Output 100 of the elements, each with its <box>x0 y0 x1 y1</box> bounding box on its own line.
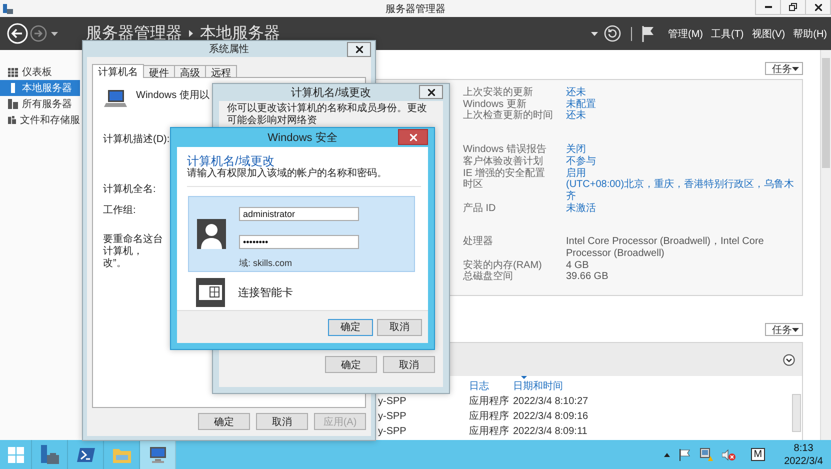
refresh-icon[interactable] <box>604 25 621 42</box>
tab[interactable]: 远程 <box>205 65 237 78</box>
smartcard-option[interactable]: 连接智能卡 <box>188 276 415 309</box>
clock-date: 2022/3/4 <box>784 454 823 468</box>
column-header[interactable]: 日志 <box>469 376 513 393</box>
caret-icon <box>792 66 799 70</box>
menu-item[interactable]: 帮助(H) <box>793 26 827 40</box>
property-label: 上次检查更新的时间 <box>463 110 554 122</box>
column-header[interactable]: 日期和时间 <box>513 376 802 393</box>
field-label: 工作组: <box>103 205 136 217</box>
property-link[interactable]: 关闭 <box>566 144 802 156</box>
dialog-button[interactable]: 确定 <box>198 413 250 430</box>
table-cell-text: 应用程序 <box>469 410 510 424</box>
table-cell-text: 2022/3/4 8:09:11 <box>513 425 588 439</box>
sidebar-item[interactable]: 仪表板 <box>0 64 80 80</box>
monitor-icon <box>148 446 168 464</box>
close-icon <box>410 134 416 140</box>
menu-item[interactable]: 视图(V) <box>752 26 786 40</box>
property-link[interactable]: 还未 <box>566 110 802 122</box>
menu-item[interactable]: 管理(M) <box>668 26 703 40</box>
tasks-dropdown[interactable]: 任务 <box>765 323 803 336</box>
sidebar-label: 所有服务器 <box>22 98 72 111</box>
network-icon[interactable] <box>700 448 713 461</box>
window-title: 服务器管理器 <box>386 2 446 16</box>
back-icon[interactable] <box>7 23 28 44</box>
property-link[interactable]: 启用 <box>566 168 802 180</box>
taskbar-button[interactable] <box>140 440 176 469</box>
dialog-button[interactable]: 取消 <box>377 318 422 336</box>
sidebar-label: 本地服务器 <box>22 82 72 95</box>
property-value: 39.66 GB <box>566 271 610 284</box>
dialog-button[interactable]: 确定 <box>328 318 373 336</box>
property-label: Windows 错误报告 <box>463 144 548 156</box>
close-button[interactable] <box>419 85 443 99</box>
restore-icon <box>789 3 797 11</box>
clock[interactable]: 8:13 2022/3/4 <box>784 442 823 468</box>
flag-icon[interactable] <box>642 26 654 42</box>
property-label: 上次安装的更新 <box>463 87 534 98</box>
property-label: Windows 更新 <box>463 98 528 110</box>
restore-button[interactable] <box>780 0 806 15</box>
tasks-dropdown[interactable]: 任务 <box>765 62 803 75</box>
page-scrollbar[interactable] <box>820 50 831 440</box>
caret-icon <box>51 32 58 36</box>
username-field[interactable]: administrator <box>239 207 359 221</box>
dialog-button[interactable]: 确定 <box>325 356 377 373</box>
table-cell-text: 2022/3/4 8:09:16 <box>513 410 590 424</box>
expand-icon[interactable] <box>783 354 795 366</box>
close-button[interactable] <box>398 129 428 145</box>
servers-icon <box>8 99 18 109</box>
dialog-button[interactable]: 取消 <box>383 356 435 373</box>
minimize-button[interactable] <box>755 0 781 15</box>
sidebar-label: 文件和存储服 <box>20 114 80 127</box>
property-label: 处理器 <box>463 236 494 250</box>
tab[interactable]: 计算机名 <box>92 64 144 78</box>
caret-icon <box>590 32 598 36</box>
ime-indicator[interactable]: M <box>750 448 766 461</box>
table-scrollbar[interactable] <box>792 394 801 432</box>
chevron-icon <box>189 30 193 37</box>
field-label: 计算机描述(D): <box>103 134 170 146</box>
property-link[interactable]: (UTC+08:00)北京，重庆，香港特别行政区，乌鲁木齐 <box>566 179 802 203</box>
sidebar-item[interactable]: 所有服务器 <box>0 96 80 112</box>
close-button[interactable] <box>347 42 371 57</box>
sidebar-label: 仪表板 <box>22 66 52 79</box>
forward-icon[interactable] <box>30 25 47 42</box>
property-value: 4 GB <box>566 260 590 272</box>
property-link[interactable]: 不参与 <box>566 156 802 168</box>
property-link[interactable]: 还未 <box>566 87 802 99</box>
password-field[interactable]: •••••••• <box>239 235 359 249</box>
table-cell-text: 2022/3/4 8:10:27 <box>513 395 590 409</box>
dashboard-icon <box>8 68 18 76</box>
minimize-icon <box>764 6 772 8</box>
tab[interactable]: 高级 <box>174 65 206 78</box>
caret-up-icon[interactable] <box>664 452 670 456</box>
field-label: 计算机全名: <box>103 184 156 196</box>
property-link[interactable]: 未激活 <box>566 202 802 214</box>
property-label: 客户体验改善计划 <box>463 156 544 168</box>
clock-time: 8:13 <box>794 442 814 454</box>
sidebar-item[interactable]: 文件和存储服 <box>0 112 80 128</box>
table-cell-text: 应用程序 <box>469 394 510 409</box>
smartcard-label: 连接智能卡 <box>238 286 293 300</box>
property-link[interactable]: 未配置 <box>566 98 802 110</box>
intro-text: 你可以更改该计算机的名称和成员身份。更改可能会影响对网络资 <box>227 103 428 127</box>
table-cell-text: y-SPP <box>378 395 408 409</box>
table-cell-text: y-SPP <box>378 425 408 439</box>
close-icon <box>356 46 362 53</box>
sidebar-item[interactable]: 本地服务器 <box>0 80 80 96</box>
terminal-icon <box>76 446 96 462</box>
menu-item[interactable]: 工具(T) <box>710 26 744 40</box>
flag-icon[interactable] <box>678 448 691 460</box>
breadcrumb-item: 本地服务器 <box>200 24 280 42</box>
dialog-button[interactable]: 取消 <box>256 413 308 430</box>
dialog-subtitle: 请输入有权限加入该域的帐户的名称和密码。 <box>187 168 388 180</box>
property-label: 时区 <box>463 179 484 192</box>
breadcrumb-item[interactable]: 服务器管理器 <box>86 24 182 42</box>
window-title: Windows 安全 <box>268 130 338 145</box>
close-icon <box>814 4 822 10</box>
window-title: 系统属性 <box>209 42 249 56</box>
credential-tile[interactable]: administrator •••••••• 域: skills.com <box>188 196 415 272</box>
speaker-muted-icon[interactable] <box>722 448 736 460</box>
computer-icon <box>103 90 128 110</box>
tab[interactable]: 硬件 <box>143 65 175 78</box>
